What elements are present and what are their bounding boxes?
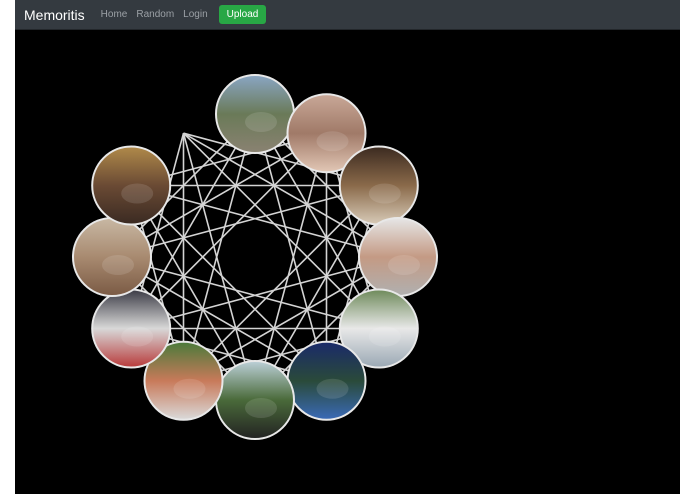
brand-logo[interactable]: Memoritis — [24, 7, 85, 23]
memory-graph-svg — [72, 74, 438, 440]
photo-highlight — [388, 255, 420, 275]
photo-highlight — [102, 255, 134, 275]
photo-highlight — [121, 326, 154, 347]
upload-button[interactable]: Upload — [218, 5, 267, 24]
photo-highlight — [245, 398, 277, 418]
nav-link-home[interactable]: Home — [101, 9, 128, 20]
navbar: Memoritis Home Random Login Upload — [15, 0, 680, 30]
photo-highlight — [245, 112, 277, 132]
photo-highlight — [121, 183, 154, 204]
station-hall-photo[interactable] — [338, 145, 419, 226]
page-background: Memoritis Home Random Login Upload — [15, 0, 680, 494]
photo-highlight — [316, 131, 349, 152]
photo-nodes — [72, 74, 438, 440]
finger-touch-photo[interactable] — [358, 217, 438, 297]
nav-link-random[interactable]: Random — [136, 9, 174, 20]
photo-highlight — [316, 378, 349, 399]
memory-graph — [15, 30, 680, 494]
photo-highlight — [368, 183, 401, 204]
sunset-sky-photo[interactable] — [91, 145, 172, 226]
pool-hall-photo[interactable] — [286, 340, 367, 421]
desert-rock-photo[interactable] — [72, 217, 152, 297]
photo-highlight — [368, 326, 401, 347]
road-windshield-photo[interactable] — [215, 360, 295, 440]
railroad-tracks-photo[interactable] — [215, 74, 295, 154]
nav-link-login[interactable]: Login — [183, 9, 207, 20]
photo-highlight — [173, 378, 206, 399]
american-flag-photo[interactable] — [91, 288, 172, 369]
